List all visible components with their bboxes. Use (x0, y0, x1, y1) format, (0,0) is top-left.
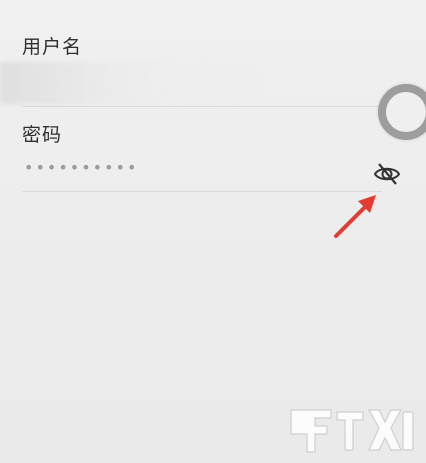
login-screen: 用户名 密码 •••••••••• (0, 0, 426, 463)
username-underline (22, 106, 382, 107)
password-visibility-toggle[interactable] (372, 160, 402, 188)
username-input[interactable] (0, 62, 382, 104)
password-underline (22, 191, 382, 192)
eye-slash-icon (373, 163, 401, 185)
password-input[interactable]: •••••••••• (22, 152, 382, 188)
floating-assist-button[interactable] (378, 84, 426, 140)
watermark-logo (290, 409, 414, 453)
pointer-arrow (334, 195, 376, 238)
password-label: 密码 (22, 124, 63, 146)
password-mask: •••••••••• (24, 158, 139, 177)
username-label: 用户名 (22, 36, 83, 58)
